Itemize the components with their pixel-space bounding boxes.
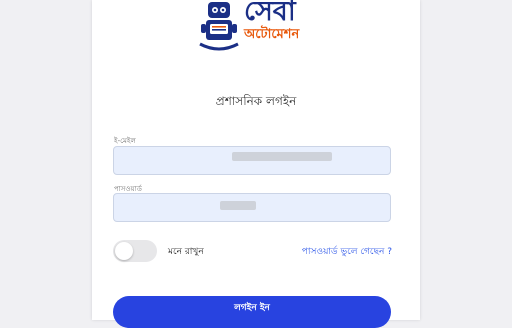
- logo-title: সেবা: [244, 0, 296, 27]
- remember-toggle[interactable]: [113, 240, 157, 262]
- remember-label: মনে রাখুন: [168, 247, 204, 257]
- login-card: সেবা অটোমেশন প্রশাসনিক লগইন ই-মেইল পাসওয…: [92, 0, 420, 328]
- password-redacted: [220, 201, 256, 210]
- login-button-label: লগইন ইন: [234, 302, 270, 313]
- email-redacted: [232, 152, 332, 161]
- logo: সেবা অটোমেশন: [198, 0, 326, 56]
- forgot-password-link[interactable]: পাসওয়ার্ড ভুলে গেছেন ?: [302, 244, 392, 259]
- robot-icon: [199, 2, 239, 51]
- login-button[interactable]: লগইন ইন: [113, 296, 391, 328]
- logo-subtitle: অটোমেশন: [244, 27, 300, 42]
- toggle-knob: [115, 242, 133, 260]
- page-title: প্রশাসনিক লগইন: [215, 94, 297, 108]
